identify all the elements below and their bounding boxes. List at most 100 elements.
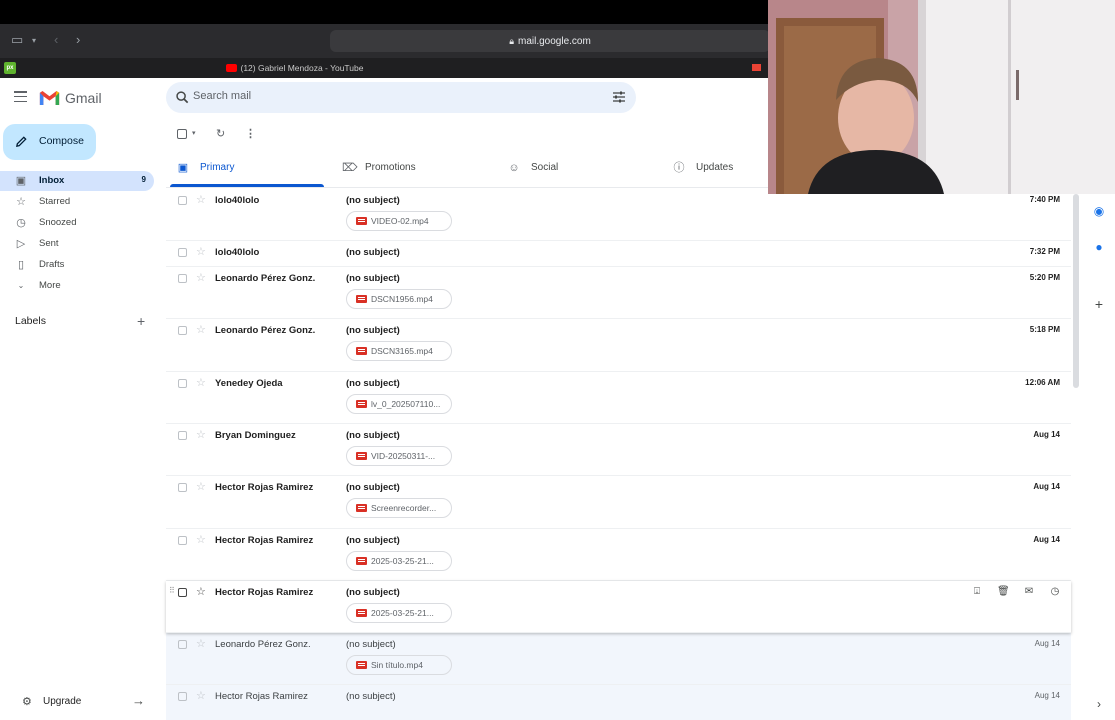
select-all-checkbox[interactable]	[177, 129, 187, 139]
compose-button[interactable]: Compose	[3, 124, 96, 160]
inbox-icon: ▣	[15, 175, 27, 187]
list-scrollbar[interactable]	[1073, 194, 1079, 388]
email-row[interactable]: ☆ lolo40lolo (no subject) 7:32 PM	[166, 241, 1071, 267]
tab-social[interactable]: ☺ Social	[508, 155, 648, 187]
email-row[interactable]: ☆ Leonardo Pérez Gonz. (no subject) Sin …	[166, 633, 1071, 685]
row-checkbox[interactable]	[178, 588, 187, 597]
app-name: Gmail	[65, 90, 102, 106]
star-icon[interactable]: ☆	[196, 271, 206, 284]
email-subject: (no subject)	[346, 247, 400, 258]
attachment-chip[interactable]: VIDEO-02.mp4	[346, 211, 452, 231]
search-bar[interactable]: Search mail	[166, 82, 636, 113]
email-sender: Leonardo Pérez Gonz.	[215, 273, 316, 284]
forward-icon[interactable]: ›	[76, 32, 80, 47]
email-date: 7:40 PM	[1029, 195, 1060, 204]
sidebar-item-snoozed[interactable]: ◷ Snoozed	[0, 213, 154, 233]
tasks-icon[interactable]: ◉	[1092, 204, 1106, 218]
star-icon[interactable]: ☆	[196, 637, 206, 650]
email-sender: Hector Rojas Ramirez	[215, 587, 314, 598]
sidebar-item-starred[interactable]: ☆ Starred	[0, 192, 154, 212]
star-icon[interactable]: ☆	[196, 689, 206, 702]
email-row[interactable]: ☆ Leonardo Pérez Gonz. (no subject) DSCN…	[166, 267, 1071, 319]
attachment-chip[interactable]: Sin título.mp4	[346, 655, 452, 675]
tab-updates[interactable]: ⓘ Updates	[673, 155, 763, 187]
email-row[interactable]: ☆ lolo40lolo (no subject) VIDEO-02.mp4 7…	[166, 189, 1071, 241]
sidebar-toggle-icon[interactable]: ▭	[11, 32, 23, 48]
address-bar[interactable]: 🔒︎ mail.google.com	[330, 30, 770, 52]
chevron-right-icon[interactable]: ›	[1092, 697, 1106, 711]
email-row[interactable]: ☆ Bryan Dominguez (no subject) VID-20250…	[166, 424, 1071, 476]
row-checkbox[interactable]	[178, 274, 187, 283]
attachment-chip[interactable]: 2025-03-25-21...	[346, 551, 452, 571]
attachment-chip[interactable]: DSCN3165.mp4	[346, 341, 452, 361]
sidebar-item-label: Drafts	[39, 259, 65, 270]
email-row[interactable]: ⠿ ☆ Hector Rojas Ramirez (no subject) 20…	[166, 581, 1071, 633]
sidebar-item-inbox[interactable]: ▣ Inbox 9	[0, 171, 154, 191]
email-row[interactable]: ☆ Yenedey Ojeda (no subject) lv_0_202507…	[166, 372, 1071, 424]
main-menu-icon[interactable]	[14, 91, 27, 103]
email-row[interactable]: ☆ Hector Rojas Ramirez (no subject) 2025…	[166, 529, 1071, 581]
pinned-tab[interactable]: px	[4, 62, 16, 74]
row-checkbox[interactable]	[178, 326, 187, 335]
email-sender: Leonardo Pérez Gonz.	[215, 325, 316, 336]
email-date: 5:20 PM	[1029, 273, 1060, 282]
row-checkbox[interactable]	[178, 483, 187, 492]
attachment-chip[interactable]: VID-20250311-...	[346, 446, 452, 466]
upgrade-button[interactable]: ⚙︎ Upgrade →	[0, 690, 160, 714]
search-options-icon[interactable]	[612, 90, 626, 104]
star-icon[interactable]: ☆	[196, 323, 206, 336]
refresh-icon[interactable]: ↻	[216, 127, 225, 140]
search-input[interactable]: Search mail	[193, 90, 251, 102]
row-checkbox[interactable]	[178, 248, 187, 257]
archive-icon[interactable]: ⍗	[971, 586, 983, 597]
attachment-chip[interactable]: 2025-03-25-21...	[346, 603, 452, 623]
star-icon[interactable]: ☆	[196, 245, 206, 258]
star-icon[interactable]: ☆	[196, 533, 206, 546]
send-icon: ▷	[16, 238, 26, 250]
star-icon[interactable]: ☆	[196, 428, 206, 441]
search-icon[interactable]	[175, 90, 190, 105]
email-sender: Yenedey Ojeda	[215, 378, 283, 389]
row-checkbox[interactable]	[178, 431, 187, 440]
tab-primary[interactable]: ▣ Primary	[177, 155, 317, 187]
star-icon[interactable]: ☆	[196, 193, 206, 206]
tab-promotions[interactable]: ⌦ Promotions	[342, 155, 482, 187]
star-icon[interactable]: ☆	[196, 585, 206, 598]
tab-label: Promotions	[365, 162, 416, 173]
drag-handle-icon[interactable]: ⠿	[169, 586, 175, 595]
row-checkbox[interactable]	[178, 692, 187, 701]
add-label-icon[interactable]: +	[137, 313, 145, 329]
row-checkbox[interactable]	[178, 196, 187, 205]
sidebar-item-drafts[interactable]: ▯ Drafts	[0, 255, 154, 275]
star-icon[interactable]: ☆	[196, 480, 206, 493]
email-subject: (no subject)	[346, 325, 400, 336]
email-row[interactable]: ☆ Hector Rojas Ramirez (no subject) Scre…	[166, 476, 1071, 529]
gmail-logo[interactable]: Gmail	[39, 89, 102, 107]
sidebar-item-sent[interactable]: ▷ Sent	[0, 234, 154, 254]
browser-tab-youtube[interactable]: (12) Gabriel Mendoza - YouTube	[20, 58, 570, 78]
inbox-icon: ▣	[177, 162, 189, 174]
attachment-chip[interactable]: DSCN1956.mp4	[346, 289, 452, 309]
row-checkbox[interactable]	[178, 379, 187, 388]
star-icon[interactable]: ☆	[196, 376, 206, 389]
sidebar-item-more[interactable]: ⌄ More	[0, 276, 154, 296]
contacts-icon[interactable]: ●	[1092, 240, 1106, 254]
mark-as-read-icon[interactable]: ✉︎	[1023, 586, 1035, 597]
attachment-chip[interactable]: Screenrecorder...	[346, 498, 452, 518]
email-row[interactable]: ☆ Hector Rojas Ramirez (no subject) Aug …	[166, 685, 1071, 720]
email-row[interactable]: ☆ Leonardo Pérez Gonz. (no subject) DSCN…	[166, 319, 1071, 372]
email-sender: Hector Rojas Ramirez	[215, 535, 314, 546]
row-checkbox[interactable]	[178, 640, 187, 649]
email-date: Aug 14	[1034, 691, 1060, 700]
chevron-down-icon[interactable]: ▾	[32, 36, 36, 45]
video-file-icon	[356, 452, 367, 460]
delete-icon[interactable]: 🗑︎	[997, 586, 1010, 597]
snooze-icon[interactable]: ◷	[1049, 586, 1061, 597]
select-options-chevron-icon[interactable]: ▾	[192, 129, 196, 137]
back-icon[interactable]: ‹	[54, 32, 58, 47]
video-file-icon	[356, 347, 367, 355]
add-addon-icon[interactable]: +	[1092, 297, 1106, 311]
more-vert-icon[interactable]: ⋮	[245, 127, 256, 140]
row-checkbox[interactable]	[178, 536, 187, 545]
attachment-chip[interactable]: lv_0_202507110...	[346, 394, 452, 414]
